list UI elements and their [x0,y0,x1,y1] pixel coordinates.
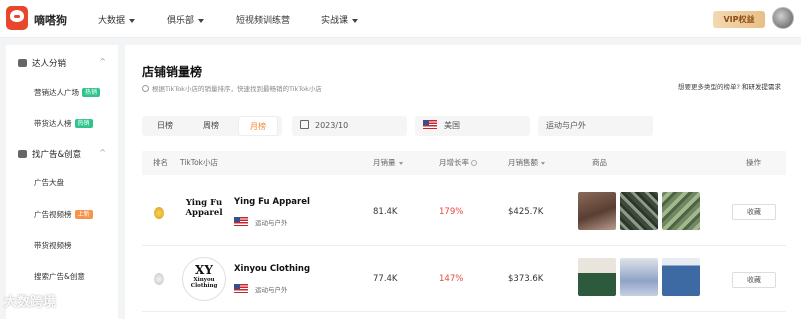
avatar[interactable] [772,7,794,29]
header-action: 操作 [746,158,761,167]
chevron-down-icon [198,18,205,23]
sidebar: 达人分销 ^ 营销达人广场 热销 带货达人榜 热销 找广告&创意 ^ 广告大盘 广告… [6,45,118,319]
shop-category: 运动与户外 [234,284,288,294]
chevron-down-icon [129,18,136,23]
product-thumbnail[interactable] [662,258,700,296]
gold-medal-icon [154,207,164,219]
product-thumbnail[interactable] [578,192,616,230]
country-select[interactable]: 美国 [415,116,530,136]
sidebar-group-ads[interactable]: 找广告&创意 [18,148,81,160]
header-gmv[interactable]: 月销售额 [508,151,545,175]
tab-weekly[interactable]: 周榜 [191,116,231,136]
chevron-up-icon[interactable]: ^ [99,148,106,157]
growth-rate: 147% [439,274,464,284]
info-icon [142,85,149,92]
favorite-button[interactable]: 收藏 [732,272,776,288]
shop-category: 运动与户外 [234,217,288,227]
product-thumbnail[interactable] [620,258,658,296]
us-flag-icon [234,217,248,226]
ad-icon [18,150,27,158]
sort-icon [541,161,545,165]
chevron-down-icon [352,18,359,23]
category-select[interactable]: 运动与户外 [538,116,653,136]
growth-rate: 179% [439,207,464,217]
tab-daily[interactable]: 日榜 [145,116,185,136]
hot-badge: 热销 [74,119,93,128]
page-title: 店铺销量榜 [142,65,203,79]
tab-monthly[interactable]: 月榜 [238,116,278,136]
silver-medal-icon [154,273,164,285]
chevron-up-icon[interactable]: ^ [99,57,106,66]
nav-item-courses[interactable]: 实战课 [321,13,359,26]
person-icon [18,59,27,67]
sidebar-group-creator-distribution[interactable]: 达人分销 [18,57,66,69]
monthly-sales: 81.4K [373,207,398,217]
sidebar-item-sales-video-rank[interactable]: 带货视频榜 [34,240,72,251]
product-thumbnail[interactable] [662,192,700,230]
month-picker[interactable]: 2023/10 [292,116,407,136]
table-header: 排名 TikTok小店 月销量 月增长率 月销售额 商品 操作 [142,151,786,175]
header-growth[interactable]: 月增长率 [439,151,477,175]
header-rank: 排名 [153,158,168,167]
vip-button[interactable]: VIP权益 [713,11,765,28]
request-link[interactable]: 和研发提需求 [742,83,781,91]
shop-name[interactable]: Ying Fu Apparel [234,197,310,207]
sidebar-item-creator-rank[interactable]: 带货达人榜 热销 [34,118,93,129]
product-thumbnail[interactable] [620,192,658,230]
table-row[interactable]: Ying Fu Apparel Ying Fu Apparel 运动与户外 81… [142,180,786,246]
period-tabs: 日榜 周榜 月榜 [142,116,282,136]
shop-name[interactable]: Xinyou Clothing [234,264,310,274]
brand-name[interactable]: 嘀嗒狗 [34,12,67,28]
shop-logo[interactable]: Ying Fu Apparel [182,190,226,234]
monthly-gmv: $425.7K [508,207,544,217]
calendar-icon [300,120,309,129]
header-products: 商品 [592,158,607,167]
nav-item-club[interactable]: 俱乐部 [167,13,205,26]
nav-item-training[interactable]: 短视频训练营 [236,13,290,26]
sidebar-item-creator-plaza[interactable]: 营销达人广场 热销 [34,87,101,98]
watermark: 大数跨境 [4,295,57,310]
sidebar-item-ad-market[interactable]: 广告大盘 [34,177,64,188]
us-flag-icon [423,120,437,129]
top-nav: 嘀嗒狗 大数据 俱乐部 短视频训练营 实战课 VIP权益 [0,0,801,38]
nav-item-bigdata[interactable]: 大数据 [98,13,136,26]
sidebar-item-ad-video-rank[interactable]: 广告视频榜 上新 [34,209,93,220]
main-panel: 店铺销量榜 根据TikTok小店的销量排序，快速找到最畅销的TikTok小店 想… [125,45,801,319]
dog-logo-icon[interactable] [6,6,28,30]
us-flag-icon [234,284,248,293]
shop-logo[interactable]: XY Xinyou Clothing [182,257,226,301]
sidebar-item-search-ads[interactable]: 搜索广告&创意 [34,271,85,282]
page-description: 根据TikTok小店的销量排序，快速找到最畅销的TikTok小店 [142,83,322,93]
header-sales[interactable]: 月销量 [373,151,403,175]
new-badge: 上新 [74,210,93,219]
request-notice: 想要更多类型的榜单? 和研发提需求 [678,83,782,91]
monthly-gmv: $373.6K [508,274,544,284]
favorite-button[interactable]: 收藏 [732,204,776,220]
product-thumbnail[interactable] [578,258,616,296]
header-shop: TikTok小店 [180,158,219,167]
help-icon [471,160,477,166]
sort-icon [398,161,403,165]
monthly-sales: 77.4K [373,274,398,284]
hot-badge: 热销 [82,88,101,97]
table-row[interactable]: XY Xinyou Clothing Xinyou Clothing 运动与户外… [142,246,786,312]
